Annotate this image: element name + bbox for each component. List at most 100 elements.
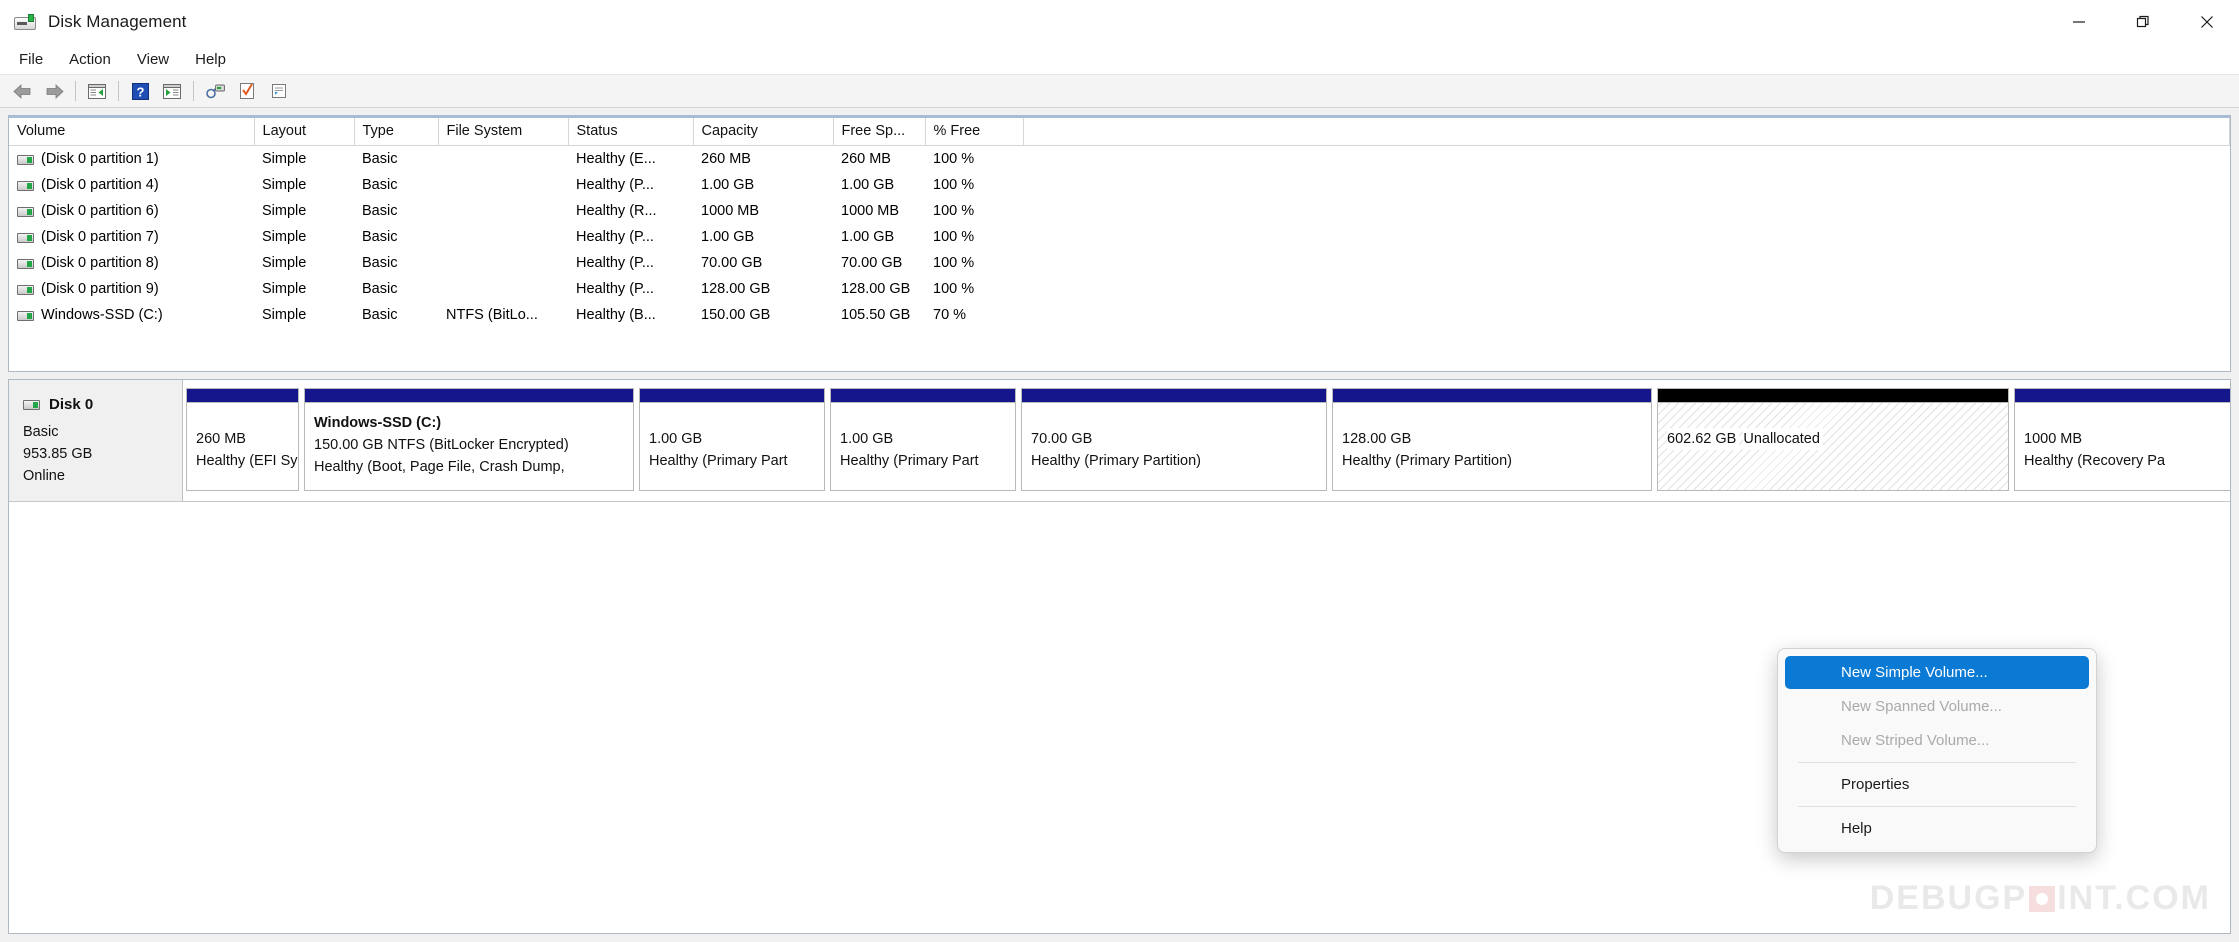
help-icon[interactable]: ? <box>125 77 155 105</box>
back-icon[interactable] <box>7 77 37 105</box>
minimize-button[interactable] <box>2047 0 2111 45</box>
table-row[interactable]: Windows-SSD (C:) Simple Basic NTFS (BitL… <box>9 302 2230 328</box>
partition-size: 70.00 GB <box>1031 428 1317 450</box>
cell-free-space: 1.00 GB <box>833 172 925 198</box>
menu-file[interactable]: File <box>6 47 56 72</box>
cell-status: Healthy (P... <box>568 276 693 302</box>
forward-icon[interactable] <box>39 77 69 105</box>
column-header-file-system[interactable]: File System <box>438 118 568 146</box>
cell-volume: (Disk 0 partition 4) <box>9 172 254 198</box>
partition-efi[interactable]: 260 MB Healthy (EFI Syst <box>186 388 299 491</box>
column-header-layout[interactable]: Layout <box>254 118 354 146</box>
properties-icon[interactable] <box>232 77 262 105</box>
cell-type: Basic <box>354 276 438 302</box>
disk-row-0: Disk 0 Basic 953.85 GB Online 260 MB Hea… <box>9 380 2230 502</box>
partition-capacity-bar <box>1657 388 2009 402</box>
cell-capacity: 260 MB <box>693 146 833 172</box>
window-title: Disk Management <box>48 12 187 32</box>
partition-capacity-bar <box>1021 388 1327 402</box>
cell-percent-free: 100 % <box>925 172 1023 198</box>
table-row[interactable]: (Disk 0 partition 1) Simple Basic Health… <box>9 146 2230 172</box>
menu-help[interactable]: Help <box>182 47 239 72</box>
close-button[interactable] <box>2175 0 2239 45</box>
cell-type: Basic <box>354 172 438 198</box>
partition-capacity-bar <box>830 388 1016 402</box>
drive-icon <box>17 207 34 217</box>
maximize-restore-button[interactable] <box>2111 0 2175 45</box>
show-hide-action-pane-icon[interactable] <box>157 77 187 105</box>
partition-primary-1gb-b[interactable]: 1.00 GB Healthy (Primary Part <box>830 388 1016 491</box>
partition-unallocated[interactable]: 602.62 GB Unallocated <box>1657 388 2009 491</box>
partition-capacity-bar <box>2014 388 2231 402</box>
cell-layout: Simple <box>254 302 354 328</box>
partition-status: Unallocated <box>1743 428 1823 450</box>
cell-layout: Simple <box>254 146 354 172</box>
partition-primary-1gb-a[interactable]: 1.00 GB Healthy (Primary Part <box>639 388 825 491</box>
cell-blank <box>1023 172 2230 198</box>
cell-blank <box>1023 146 2230 172</box>
menu-action[interactable]: Action <box>56 47 124 72</box>
cell-volume: (Disk 0 partition 6) <box>9 198 254 224</box>
partition-primary-70gb[interactable]: 70.00 GB Healthy (Primary Partition) <box>1021 388 1327 491</box>
cell-capacity: 70.00 GB <box>693 250 833 276</box>
title-bar: Disk Management <box>0 0 2239 45</box>
cell-file-system <box>438 250 568 276</box>
cell-percent-free: 100 % <box>925 224 1023 250</box>
ctx-help[interactable]: Help <box>1785 812 2089 845</box>
column-header-blank[interactable] <box>1023 118 2230 146</box>
cell-capacity: 150.00 GB <box>693 302 833 328</box>
partition-recovery[interactable]: 1000 MB Healthy (Recovery Pa <box>2014 388 2231 491</box>
svg-text:?: ? <box>136 84 144 99</box>
table-row[interactable]: (Disk 0 partition 7) Simple Basic Health… <box>9 224 2230 250</box>
partition-windows-ssd-c[interactable]: Windows-SSD (C:) 150.00 GB NTFS (BitLock… <box>304 388 634 491</box>
ctx-separator-2 <box>1798 806 2076 807</box>
ctx-properties[interactable]: Properties <box>1785 768 2089 801</box>
column-header-percent-free[interactable]: % Free <box>925 118 1023 146</box>
column-header-free-space[interactable]: Free Sp... <box>833 118 925 146</box>
column-header-volume[interactable]: Volume <box>9 118 254 146</box>
cell-blank <box>1023 276 2230 302</box>
disk-management-window: Disk Management File Action View Help <box>0 0 2239 942</box>
column-header-capacity[interactable]: Capacity <box>693 118 833 146</box>
watermark-text-1: DEBUGP <box>1870 879 2027 918</box>
cell-free-space: 70.00 GB <box>833 250 925 276</box>
menu-view[interactable]: View <box>124 47 182 72</box>
cell-layout: Simple <box>254 198 354 224</box>
partition-status: Healthy (Primary Part <box>840 450 1006 472</box>
cell-volume: (Disk 0 partition 9) <box>9 276 254 302</box>
cell-percent-free: 100 % <box>925 198 1023 224</box>
show-hide-console-tree-icon[interactable] <box>82 77 112 105</box>
partition-status: Healthy (Primary Partition) <box>1031 450 1317 472</box>
toolbar-separator-3 <box>193 81 194 101</box>
disk-header-panel[interactable]: Disk 0 Basic 953.85 GB Online <box>9 380 183 501</box>
partition-size: 1.00 GB <box>840 428 1006 450</box>
partition-status: Healthy (EFI Syst <box>196 450 289 472</box>
cell-layout: Simple <box>254 172 354 198</box>
table-row[interactable]: (Disk 0 partition 8) Simple Basic Health… <box>9 250 2230 276</box>
toolbar-separator-1 <box>75 81 76 101</box>
cell-volume: (Disk 0 partition 7) <box>9 224 254 250</box>
table-row[interactable]: (Disk 0 partition 9) Simple Basic Health… <box>9 276 2230 302</box>
pane-splitter[interactable] <box>0 372 2239 379</box>
cell-blank <box>1023 224 2230 250</box>
partition-capacity-bar <box>186 388 299 402</box>
table-row[interactable]: (Disk 0 partition 6) Simple Basic Health… <box>9 198 2230 224</box>
partition-capacity-bar <box>304 388 634 402</box>
watermark-logo-icon <box>2029 886 2055 912</box>
partition-primary-128gb[interactable]: 128.00 GB Healthy (Primary Partition) <box>1332 388 1652 491</box>
cell-percent-free: 100 % <box>925 250 1023 276</box>
column-header-status[interactable]: Status <box>568 118 693 146</box>
ctx-separator-1 <box>1798 762 2076 763</box>
partition-body: 70.00 GB Healthy (Primary Partition) <box>1021 402 1327 491</box>
refresh-icon[interactable] <box>264 77 294 105</box>
partition-body: 260 MB Healthy (EFI Syst <box>186 402 299 491</box>
rescan-disks-icon[interactable] <box>200 77 230 105</box>
table-row[interactable]: (Disk 0 partition 4) Simple Basic Health… <box>9 172 2230 198</box>
watermark: DEBUGP INT.COM <box>1870 879 2211 918</box>
cell-percent-free: 100 % <box>925 276 1023 302</box>
column-header-type[interactable]: Type <box>354 118 438 146</box>
disk-type: Basic <box>23 421 182 443</box>
cell-capacity: 1000 MB <box>693 198 833 224</box>
disk-status: Online <box>23 465 182 487</box>
ctx-new-simple-volume[interactable]: New Simple Volume... <box>1785 656 2089 689</box>
